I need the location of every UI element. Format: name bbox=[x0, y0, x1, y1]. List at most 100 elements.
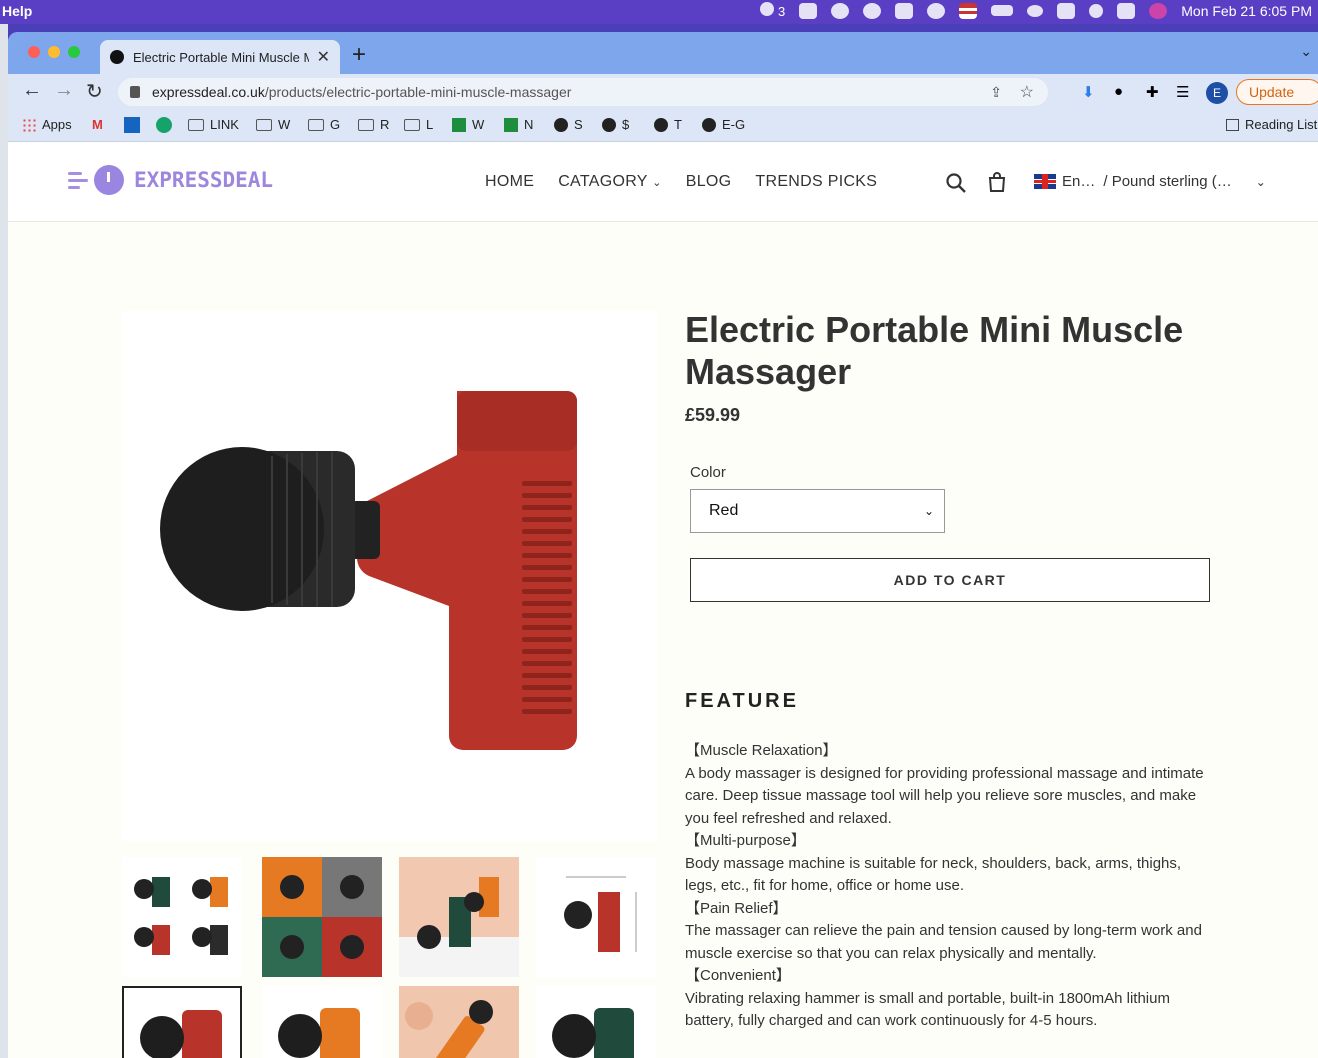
sheets-icon bbox=[504, 117, 518, 132]
url-path: /products/electric-portable-mini-muscle-… bbox=[264, 84, 572, 100]
address-bar[interactable]: expressdeal.co.uk/products/electric-port… bbox=[118, 78, 1048, 106]
folder-icon bbox=[358, 118, 374, 131]
nav-home[interactable]: HOME bbox=[485, 173, 534, 191]
bookmark-star-icon[interactable]: ☆ bbox=[1020, 82, 1034, 102]
us-flag-icon[interactable] bbox=[959, 2, 978, 19]
close-window-button[interactable] bbox=[28, 46, 40, 58]
bookmark-n[interactable]: N bbox=[504, 117, 533, 132]
app-icon[interactable] bbox=[863, 2, 882, 19]
color-select[interactable]: Red ⌄ bbox=[690, 489, 945, 533]
close-tab-icon[interactable]: ✕ bbox=[317, 47, 330, 67]
massager-image bbox=[160, 391, 577, 750]
bookmark-w[interactable]: W bbox=[256, 117, 290, 132]
spotlight-search-icon[interactable] bbox=[1089, 3, 1104, 18]
bookmark-g[interactable]: G bbox=[308, 117, 340, 132]
product-title: Electric Portable Mini Muscle Massager bbox=[685, 309, 1184, 392]
folder-icon bbox=[188, 118, 204, 131]
feature-title: 【Convenient】 bbox=[685, 967, 791, 984]
bookmark-r[interactable]: R bbox=[358, 117, 389, 132]
time-machine-icon[interactable] bbox=[927, 2, 946, 19]
grammarly-icon[interactable] bbox=[156, 117, 172, 133]
wifi-icon[interactable] bbox=[1027, 4, 1044, 17]
product-description: 【Muscle Relaxation】 A body massager is d… bbox=[685, 740, 1215, 1033]
menu-help[interactable]: Help bbox=[2, 3, 32, 19]
product-main-image[interactable] bbox=[122, 311, 657, 841]
bookmark-apps[interactable]: Apps bbox=[22, 117, 72, 132]
globe-icon bbox=[654, 117, 668, 132]
control-center-icon[interactable] bbox=[1117, 2, 1136, 19]
bookmark-eg[interactable]: E-G bbox=[702, 117, 745, 132]
tab-search-chevron-icon[interactable]: ⌄ bbox=[1300, 43, 1312, 60]
browser-tab[interactable]: Electric Portable Mini Muscle Massager ✕ bbox=[100, 40, 340, 74]
nav-blog[interactable]: BLOG bbox=[686, 173, 732, 191]
feature-title: 【Multi-purpose】 bbox=[685, 832, 806, 849]
product-thumbnail[interactable] bbox=[536, 986, 656, 1058]
bookmark-l[interactable]: L bbox=[404, 117, 433, 132]
feature-text: The massager can relieve the pain and te… bbox=[685, 922, 1202, 962]
add-to-cart-button[interactable]: ADD TO CART bbox=[690, 558, 1210, 602]
bookmark-link[interactable]: LINK bbox=[188, 117, 239, 132]
window-controls bbox=[28, 46, 80, 58]
minimize-window-button[interactable] bbox=[48, 46, 60, 58]
notification-icon[interactable]: 3 bbox=[760, 2, 785, 19]
nav-trends-picks[interactable]: TRENDS PICKS bbox=[755, 173, 877, 191]
forward-button[interactable]: → bbox=[54, 79, 74, 102]
uk-flag-icon bbox=[1034, 174, 1056, 189]
bookmark-t[interactable]: T bbox=[654, 117, 682, 132]
check-icon[interactable] bbox=[895, 2, 914, 19]
outlook-icon[interactable] bbox=[124, 117, 140, 133]
media-queue-icon[interactable]: ☰ bbox=[1176, 83, 1189, 101]
bookmarks-bar: Apps M LINK W G R L W N S $ T E-G Readin… bbox=[8, 110, 1318, 142]
update-button[interactable]: Update bbox=[1236, 79, 1318, 105]
currency-label: / Pound sterling (… bbox=[1103, 173, 1232, 190]
sync-icon[interactable] bbox=[831, 2, 850, 19]
url-domain: expressdeal.co.uk bbox=[152, 84, 265, 100]
back-button[interactable]: ← bbox=[22, 79, 42, 102]
mac-menubar: Help 3 Mon Feb 21 6:05 PM bbox=[0, 0, 1318, 24]
product-thumbnail[interactable] bbox=[262, 857, 382, 977]
memory-icon[interactable] bbox=[1057, 2, 1076, 19]
reading-list-icon bbox=[1226, 118, 1239, 131]
product-thumbnail[interactable] bbox=[536, 857, 656, 977]
chevron-down-icon: ⌄ bbox=[923, 504, 934, 518]
nav-category[interactable]: CATAGORY ⌄ bbox=[558, 173, 662, 191]
clock[interactable]: Mon Feb 21 6:05 PM bbox=[1181, 3, 1312, 19]
download-extension-icon[interactable]: ⬇ bbox=[1082, 83, 1095, 101]
browser-toolbar: ← → ↻ expressdeal.co.uk/products/electri… bbox=[8, 74, 1318, 110]
folder-icon bbox=[308, 118, 324, 131]
product-thumbnail[interactable] bbox=[262, 986, 382, 1058]
new-tab-button[interactable]: + bbox=[352, 41, 366, 69]
maximize-window-button[interactable] bbox=[68, 46, 80, 58]
search-icon[interactable] bbox=[945, 172, 967, 194]
globe-icon bbox=[602, 117, 616, 132]
site-logo[interactable]: EXPRESSDEAL bbox=[68, 165, 273, 195]
reading-list[interactable]: Reading List bbox=[1226, 117, 1317, 132]
tab-title: Electric Portable Mini Muscle Massager bbox=[133, 49, 309, 65]
share-icon[interactable]: ⇪ bbox=[990, 84, 1002, 101]
avatar-extension-icon[interactable]: ● bbox=[1114, 83, 1123, 100]
web-page: EXPRESSDEAL HOME CATAGORY ⌄ BLOG TRENDS … bbox=[8, 143, 1318, 1058]
product-thumbnail[interactable] bbox=[399, 986, 519, 1058]
locale-selector[interactable]: En… / Pound sterling (… ⌄ bbox=[1034, 173, 1266, 190]
profile-avatar[interactable]: E bbox=[1206, 82, 1228, 104]
extensions-puzzle-icon[interactable]: ✚ bbox=[1146, 83, 1159, 101]
color-select-value: Red bbox=[709, 502, 739, 519]
battery-icon[interactable] bbox=[991, 5, 1014, 16]
product-thumbnail-selected[interactable] bbox=[122, 986, 242, 1058]
lock-icon[interactable] bbox=[130, 86, 140, 98]
logo-speed-lines-icon bbox=[68, 168, 90, 192]
reload-button[interactable]: ↻ bbox=[86, 79, 103, 104]
siri-icon[interactable] bbox=[1149, 2, 1168, 19]
bookmark-w2[interactable]: W bbox=[452, 117, 484, 132]
bookmark-s[interactable]: S bbox=[554, 117, 583, 132]
product-thumbnail[interactable] bbox=[122, 857, 242, 977]
notification-count: 3 bbox=[778, 4, 786, 19]
desktop-edge bbox=[0, 24, 8, 1058]
bookmark-dollar[interactable]: $ bbox=[602, 117, 629, 132]
sheets-icon bbox=[452, 117, 466, 132]
gmail-icon[interactable]: M bbox=[92, 117, 103, 132]
wechat-icon[interactable] bbox=[799, 2, 818, 19]
cart-icon[interactable] bbox=[986, 171, 1008, 193]
product-thumbnail[interactable] bbox=[399, 857, 519, 977]
chevron-down-icon: ⌄ bbox=[1255, 174, 1266, 189]
